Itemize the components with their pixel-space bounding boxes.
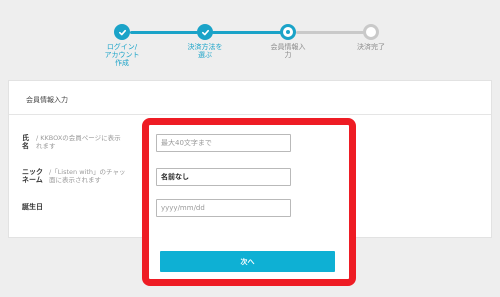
step-label-member-info: 会員情報入 力: [270, 43, 306, 59]
check-icon: [114, 24, 130, 40]
name-input[interactable]: [156, 134, 291, 152]
step-connector-2: [212, 31, 282, 34]
progress-stepper: ログイン/ アカウント 作成 決済方法を 選ぶ 会員情報入 力 決済完了: [0, 0, 500, 76]
name-note: / KKBOXの会員ページに表示 れます: [36, 134, 121, 150]
next-button[interactable]: 次へ: [160, 251, 335, 272]
nickname-note: /「Listen with」のチャッ 面に表示されます: [49, 168, 126, 184]
page-title: 会員情報入力: [26, 96, 68, 104]
step-connector-3: [296, 31, 364, 34]
step-label-payment-method: 決済方法を 選ぶ: [187, 43, 223, 59]
current-step-icon: [280, 24, 296, 40]
nickname-value: 名前なし: [161, 173, 189, 181]
step-connector-1: [130, 31, 198, 34]
birthday-input[interactable]: [156, 199, 291, 217]
name-label: 氏 名: [22, 134, 29, 150]
pending-step-icon: [363, 24, 379, 40]
nickname-label: ニック ネーム: [22, 168, 43, 184]
nickname-input[interactable]: 名前なし: [156, 168, 291, 186]
step-label-payment-complete: 決済完了: [357, 43, 385, 51]
step-label-login: ログイン/ アカウント 作成: [104, 43, 140, 67]
card-header: 会員情報入力: [9, 81, 491, 115]
check-icon: [197, 24, 213, 40]
birthday-label: 誕生日: [22, 203, 43, 211]
